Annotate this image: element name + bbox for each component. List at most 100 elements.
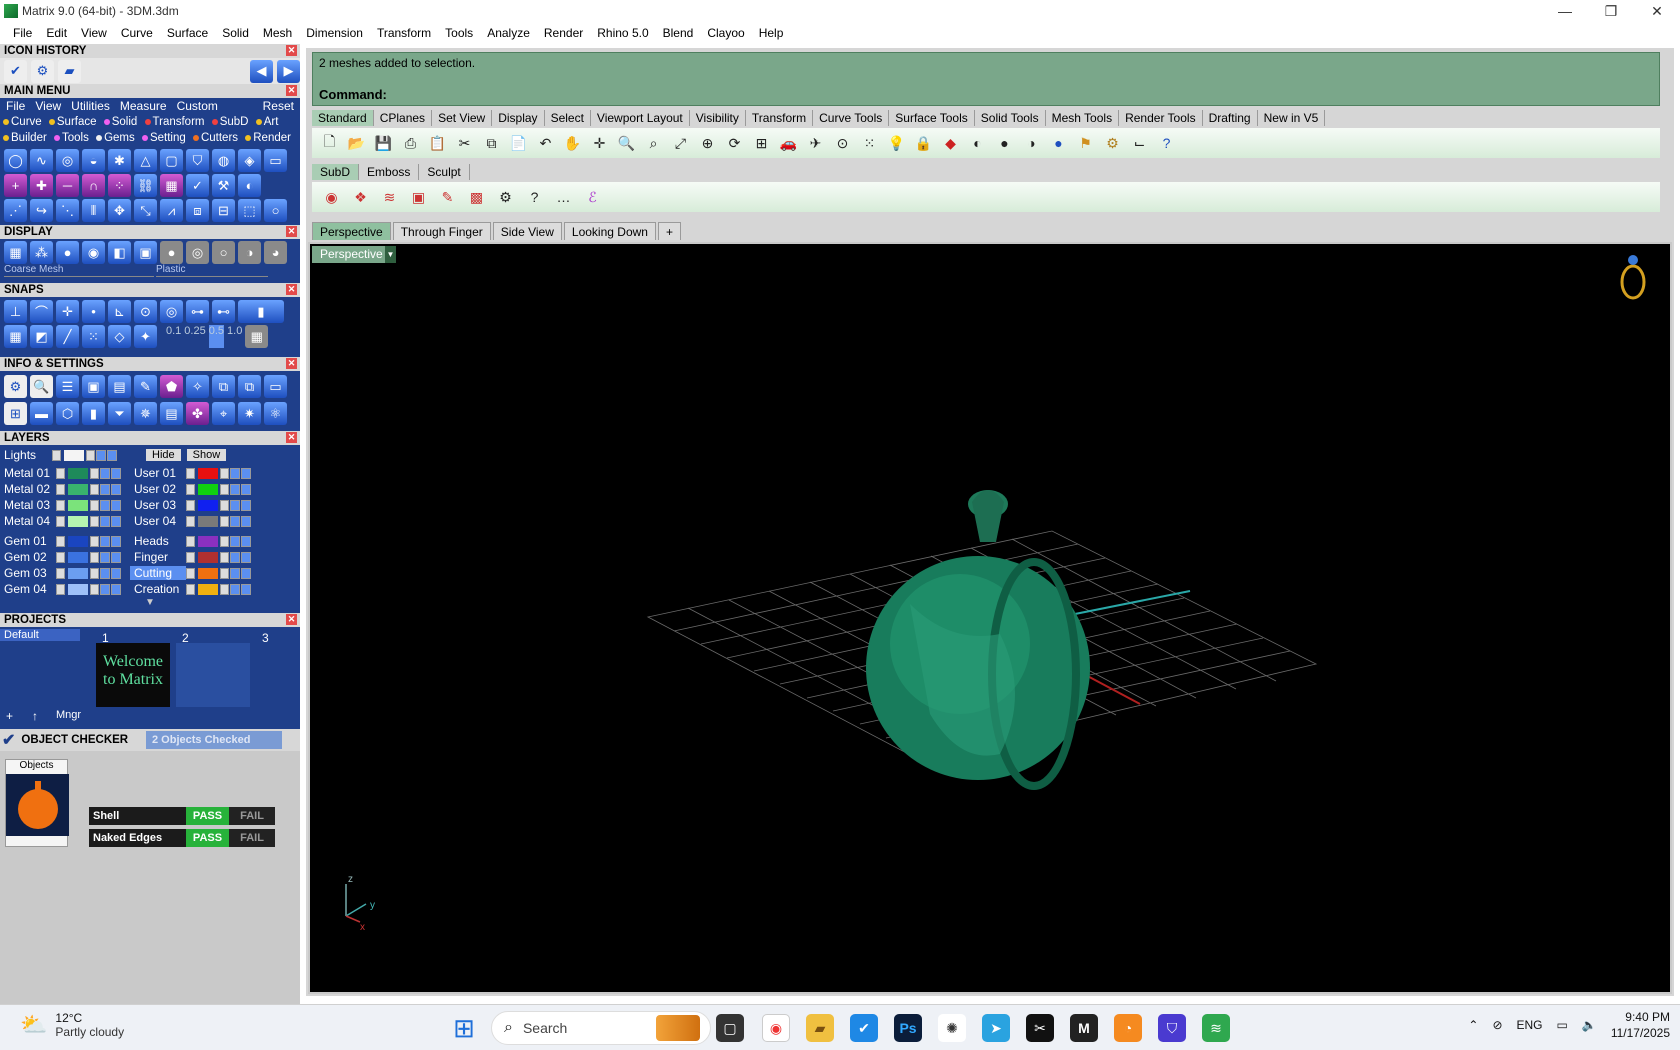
snap-center-icon[interactable]: ◎ xyxy=(160,300,183,323)
snap-mid-icon[interactable]: • xyxy=(82,300,105,323)
save-icon[interactable]: 💾 xyxy=(372,132,395,155)
layer-color-swatch[interactable] xyxy=(198,567,218,579)
close-icon[interactable]: ✕ xyxy=(286,432,297,443)
check-tool-icon[interactable]: ✓ xyxy=(186,174,209,197)
blue-app-icon[interactable]: ✔ xyxy=(850,1014,878,1042)
expand-arrow-icon[interactable] xyxy=(56,535,65,547)
layer-row[interactable]: Gem 02 xyxy=(0,549,122,565)
material-gold-icon[interactable]: ◕ xyxy=(264,241,287,264)
curve-icon[interactable]: ∿ xyxy=(30,149,53,172)
expand-arrow-icon[interactable] xyxy=(186,583,195,595)
blender-icon[interactable]: ◔ xyxy=(1114,1014,1142,1042)
layer-row[interactable]: Metal 01 xyxy=(0,465,122,481)
layer-row[interactable]: Cutting xyxy=(130,565,252,581)
material-white-icon[interactable]: ○ xyxy=(212,241,235,264)
frame-icon[interactable]: ⧈ xyxy=(186,199,209,222)
main-menu-tools[interactable]: Tools xyxy=(54,132,89,144)
visibility-toggle[interactable] xyxy=(100,535,110,547)
subd-frame-icon[interactable]: ▩ xyxy=(465,186,488,209)
layer-row[interactable]: User 04 xyxy=(130,513,252,529)
back-arrow-icon[interactable]: ◀ xyxy=(250,59,273,83)
subd-box-icon[interactable]: ▣ xyxy=(407,186,430,209)
expand-arrow-icon[interactable] xyxy=(56,515,65,527)
box-icon[interactable]: ▢ xyxy=(160,149,183,172)
tab-new-in-v5[interactable]: New in V5 xyxy=(1258,110,1326,126)
menu-clayoo[interactable]: Clayoo xyxy=(700,26,751,40)
layer-color-swatch[interactable] xyxy=(198,583,218,595)
tab-curve-tools[interactable]: Curve Tools xyxy=(813,110,890,126)
main-menu-solid[interactable]: Solid xyxy=(103,116,137,128)
main-menu-measure[interactable]: Measure xyxy=(120,99,167,113)
visibility-toggle[interactable] xyxy=(100,551,110,563)
lock-icon[interactable] xyxy=(90,515,99,527)
main-menu-subd[interactable]: SubD xyxy=(211,116,248,128)
layer-color-swatch[interactable] xyxy=(68,499,88,511)
layer-row[interactable]: User 03 xyxy=(130,497,252,513)
lock-icon[interactable]: 🔒 xyxy=(912,132,935,155)
snap-0-1[interactable]: 0.1 xyxy=(166,325,181,348)
folder-icon[interactable]: ▰ xyxy=(58,59,81,83)
file-explorer-icon[interactable]: ▰ xyxy=(806,1014,834,1042)
photoshop-icon[interactable]: Ps xyxy=(894,1014,922,1042)
render-toggle[interactable] xyxy=(241,515,251,527)
paste-icon[interactable]: 📄 xyxy=(507,132,530,155)
tab-transform[interactable]: Transform xyxy=(746,110,814,126)
tab-standard[interactable]: Standard xyxy=(312,110,374,126)
layer-color-swatch[interactable] xyxy=(68,535,88,547)
render-toggle[interactable] xyxy=(111,551,121,563)
visibility-toggle[interactable] xyxy=(100,467,110,479)
globe-pendant-model[interactable] xyxy=(866,490,1090,790)
tools-icon[interactable]: ⚙ xyxy=(31,59,54,83)
snap-0-25[interactable]: 0.25 xyxy=(184,325,205,348)
minimize-button[interactable]: — xyxy=(1542,0,1588,22)
expand-arrow-icon[interactable] xyxy=(56,467,65,479)
snap-toggle-icon[interactable]: ▮ xyxy=(238,300,284,323)
main-menu-gems[interactable]: Gems xyxy=(96,132,135,144)
tools2-icon[interactable]: ⚒ xyxy=(212,174,235,197)
expand-arrow-icon[interactable] xyxy=(186,467,195,479)
visibility-toggle[interactable] xyxy=(230,515,240,527)
subd-script-icon[interactable]: ℰ xyxy=(581,186,604,209)
ring-builder-icon[interactable]: ◍ xyxy=(212,149,235,172)
main-menu-utilities[interactable]: Utilities xyxy=(71,99,110,113)
grid-display-icon[interactable]: ▦ xyxy=(4,241,27,264)
menu-help[interactable]: Help xyxy=(752,26,791,40)
chevron-up-icon[interactable]: ⌃ xyxy=(1468,1018,1478,1032)
snap-1-0[interactable]: 1.0 xyxy=(227,325,242,348)
copy-icon[interactable]: ⧉ xyxy=(480,132,503,155)
isometric-icon[interactable]: ⬡ xyxy=(56,402,79,425)
cut-icon[interactable]: ✂ xyxy=(453,132,476,155)
render-toggle[interactable] xyxy=(111,499,121,511)
main-menu-surface[interactable]: Surface xyxy=(48,116,97,128)
visibility-toggle[interactable] xyxy=(100,583,110,595)
new-file-icon[interactable]: 🗋 xyxy=(318,132,341,155)
sphere-icon[interactable]: ◉ xyxy=(82,241,105,264)
layer-color-swatch[interactable] xyxy=(198,483,218,495)
lock-icon[interactable] xyxy=(220,499,229,511)
snap-perp-icon[interactable]: ⊾ xyxy=(108,300,131,323)
main-menu-transform[interactable]: Transform xyxy=(144,116,205,128)
split-icon[interactable]: ⊟ xyxy=(212,199,235,222)
matrix-m-icon[interactable]: M xyxy=(1070,1014,1098,1042)
layer-color-swatch[interactable] xyxy=(198,467,218,479)
undo-icon[interactable]: ↶ xyxy=(534,132,557,155)
lock-icon[interactable] xyxy=(220,583,229,595)
tab-looking-down[interactable]: Looking Down xyxy=(563,222,656,240)
main-menu-setting[interactable]: Setting xyxy=(141,132,186,144)
tab-solid-tools[interactable]: Solid Tools xyxy=(975,110,1046,126)
project-slot-3[interactable]: 3 xyxy=(262,631,269,645)
project-default[interactable]: Default xyxy=(0,629,80,641)
tab-perspective[interactable]: Perspective xyxy=(312,222,391,240)
layer-color-swatch[interactable] xyxy=(68,583,88,595)
lock-icon[interactable] xyxy=(90,567,99,579)
pattern-icon[interactable]: ▦ xyxy=(160,174,183,197)
grid-snap-icon[interactable]: ▦ xyxy=(4,325,27,348)
circle-outline-icon[interactable]: ○ xyxy=(264,199,287,222)
close-icon[interactable]: ✕ xyxy=(286,284,297,295)
expand-chevron-icon[interactable]: ▼ xyxy=(0,597,300,611)
snap-point-icon[interactable]: ✛ xyxy=(56,300,79,323)
close-icon[interactable]: ✕ xyxy=(286,85,297,96)
visibility-toggle[interactable] xyxy=(230,535,240,547)
matrix-taskbar-icon[interactable]: ≋ xyxy=(1202,1014,1230,1042)
layer-color-swatch[interactable] xyxy=(68,467,88,479)
